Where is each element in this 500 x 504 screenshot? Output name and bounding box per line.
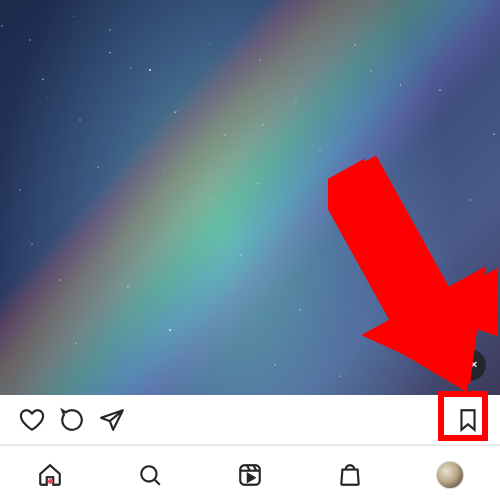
speech-bubble-icon (59, 407, 85, 433)
mute-toggle-button[interactable] (454, 349, 486, 381)
avatar (436, 461, 464, 489)
save-button[interactable] (448, 400, 488, 440)
tab-reels[interactable] (200, 462, 300, 488)
like-button[interactable] (12, 400, 52, 440)
tab-search[interactable] (100, 462, 200, 488)
share-button[interactable] (92, 400, 132, 440)
post-action-row (0, 395, 500, 445)
comment-button[interactable] (52, 400, 92, 440)
paper-plane-icon (99, 407, 125, 433)
bottom-tab-bar (0, 445, 500, 503)
reels-icon (237, 462, 263, 488)
tab-shop[interactable] (300, 462, 400, 488)
search-icon (137, 462, 163, 488)
heart-icon (19, 407, 45, 433)
bookmark-icon (455, 407, 481, 433)
notification-dot (48, 479, 53, 484)
shopping-bag-icon (337, 462, 363, 488)
volume-muted-icon (462, 357, 478, 373)
media-decoration (0, 0, 425, 345)
post-media[interactable] (0, 0, 500, 395)
tab-home[interactable] (0, 462, 100, 488)
home-icon (37, 462, 63, 488)
tab-profile[interactable] (400, 461, 500, 489)
